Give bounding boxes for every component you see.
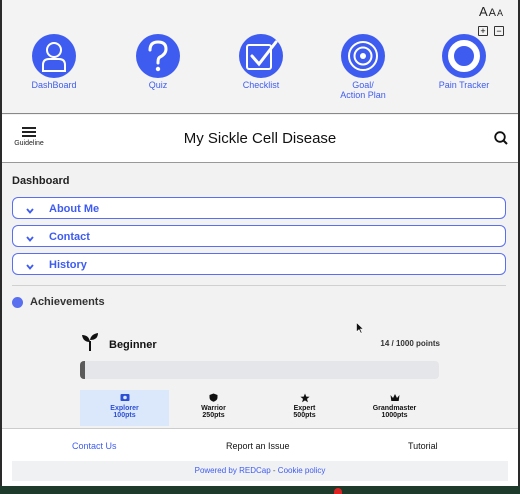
os-taskbar <box>0 486 520 494</box>
tier-points: 1000pts <box>381 412 408 419</box>
accordion-about-me[interactable]: About Me <box>12 197 506 219</box>
page-title: My Sickle Cell Disease <box>183 130 337 147</box>
search-icon[interactable] <box>494 131 508 150</box>
nav-label: Quiz <box>148 80 168 90</box>
crown-icon <box>350 393 439 403</box>
nav-checklist[interactable]: Checklist <box>216 34 306 90</box>
check-icon <box>239 34 283 78</box>
ring-icon <box>442 34 486 78</box>
nav-quiz[interactable]: Quiz <box>113 34 203 90</box>
accordion-history[interactable]: History <box>12 253 506 275</box>
achievements-title: Achievements <box>30 296 105 308</box>
tutorial-link[interactable]: Tutorial <box>408 441 438 451</box>
nav-dashboard[interactable]: DashBoard <box>9 34 99 90</box>
progress-bar <box>80 361 439 379</box>
star-icon <box>260 393 349 403</box>
top-nav: AAA + − DashBoard Quiz Checklist Goal/ A… <box>2 0 518 114</box>
tier-points: 250pts <box>202 412 225 419</box>
footer: Contact Us Report an Issue Tutorial Powe… <box>2 428 518 486</box>
divider <box>12 285 506 286</box>
chevron-down-icon <box>25 203 35 221</box>
app-header: Guideline My Sickle Cell Disease <box>2 115 518 163</box>
tier-points: 100pts <box>113 412 136 419</box>
separator: - <box>272 466 276 475</box>
tier-grandmaster: Grandmaster 1000pts <box>350 390 439 426</box>
nav-label: DashBoard <box>31 80 77 90</box>
contact-us-link[interactable]: Contact Us <box>72 441 117 451</box>
points-text: 14 / 1000 points <box>380 339 440 348</box>
nav-pain-tracker[interactable]: Pain Tracker <box>419 34 509 90</box>
taskbar-indicator <box>334 488 342 494</box>
tier-name: Warrior <box>201 405 226 412</box>
font-size-label: AAA <box>478 4 504 19</box>
dashboard: Dashboard About Me Contact History Achie… <box>2 164 518 428</box>
powered-by-bar: Powered by REDCap - Cookie policy <box>12 461 508 481</box>
nav-label: Checklist <box>242 80 280 90</box>
tier-warrior: Warrior 250pts <box>169 390 258 426</box>
money-icon <box>80 393 169 403</box>
report-issue-link[interactable]: Report an Issue <box>226 441 290 451</box>
shield-icon <box>169 393 258 403</box>
chevron-down-icon <box>25 231 35 249</box>
powered-by-redcap-link[interactable]: Powered by REDCap <box>195 466 271 475</box>
tier-points: 500pts <box>293 412 316 419</box>
accordion-label: History <box>49 259 87 271</box>
app-frame: AAA + − DashBoard Quiz Checklist Goal/ A… <box>2 0 518 486</box>
nav-goal-action-plan[interactable]: Goal/ Action Plan <box>318 34 408 100</box>
target-icon <box>341 34 385 78</box>
accordion-label: About Me <box>49 203 100 215</box>
achievements-dot-icon <box>12 297 23 308</box>
tier-name: Grandmaster <box>372 405 417 412</box>
nav-label: Goal/ Action Plan <box>340 80 386 100</box>
section-title: Dashboard <box>12 175 70 187</box>
mouse-cursor-icon <box>356 321 365 339</box>
tier-explorer: Explorer 100pts <box>80 390 169 426</box>
accordion-label: Contact <box>49 231 90 243</box>
level-name: Beginner <box>109 339 157 351</box>
nav-label: Pain Tracker <box>438 80 490 90</box>
tier-name: Explorer <box>110 405 139 412</box>
accordion-contact[interactable]: Contact <box>12 225 506 247</box>
chevron-down-icon <box>25 259 35 277</box>
tier-name: Expert <box>293 405 316 412</box>
user-icon <box>32 34 76 78</box>
tier-list: Explorer 100pts Warrior 250pts Expert 50… <box>80 390 440 426</box>
progress-fill <box>80 361 86 379</box>
cookie-policy-link[interactable]: Cookie policy <box>278 466 326 475</box>
sprout-icon <box>80 332 100 357</box>
question-icon <box>136 34 180 78</box>
tier-expert: Expert 500pts <box>260 390 349 426</box>
